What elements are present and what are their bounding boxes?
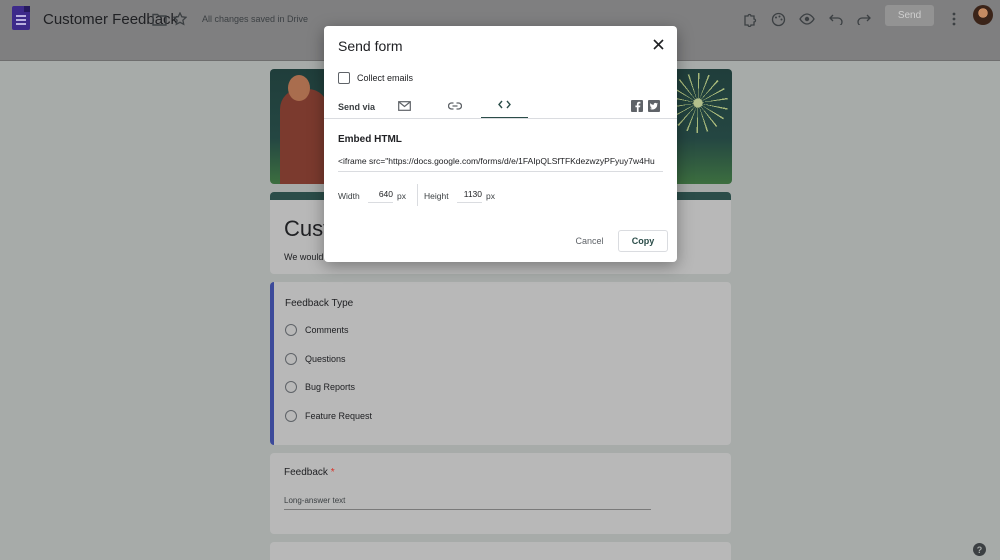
height-input[interactable]: 1130	[457, 189, 482, 203]
close-icon[interactable]	[651, 37, 665, 51]
preview-icon[interactable]	[798, 10, 816, 28]
help-icon[interactable]: ?	[973, 543, 986, 556]
addon-icon[interactable]	[741, 10, 759, 28]
answer-underline	[284, 509, 651, 510]
header-illustration-person	[280, 89, 328, 184]
width-unit: px	[397, 191, 406, 201]
option-label: Comments	[305, 325, 349, 335]
radio-button[interactable]	[285, 410, 297, 422]
form-description[interactable]: We would	[284, 252, 323, 262]
option-label: Bug Reports	[305, 382, 356, 392]
embed-html-heading: Embed HTML	[338, 134, 402, 145]
required-marker: *	[330, 467, 335, 478]
question-card[interactable]: Feedback * Long-answer text	[270, 453, 731, 534]
save-status: All changes saved in Drive	[202, 14, 309, 24]
dialog-title: Send form	[338, 38, 403, 54]
question-title[interactable]: Feedback *	[284, 467, 335, 478]
radio-option[interactable]: Comments	[285, 324, 349, 336]
width-label: Width	[338, 191, 360, 201]
forms-logo[interactable]	[12, 6, 30, 30]
tab-link[interactable]	[431, 92, 478, 119]
link-icon	[447, 101, 462, 110]
logo-line	[16, 23, 26, 25]
collect-emails-checkbox[interactable]	[338, 72, 350, 84]
option-label: Questions	[305, 354, 346, 364]
facebook-icon[interactable]	[631, 100, 643, 112]
embed-code-icon	[498, 100, 511, 109]
star-icon[interactable]	[171, 10, 189, 28]
copy-button[interactable]: Copy	[618, 230, 668, 252]
radio-option[interactable]: Questions	[285, 353, 346, 365]
logo-line	[16, 19, 26, 21]
collect-emails-row[interactable]: Collect emails	[338, 72, 413, 84]
send-form-dialog: Send form Collect emails Send via Embed …	[324, 26, 677, 262]
dimension-separator	[417, 184, 418, 206]
option-label: Feature Request	[305, 411, 373, 421]
send-button[interactable]: Send	[885, 5, 934, 26]
send-via-label: Send via	[338, 102, 376, 112]
question-title-text: Feedback	[284, 467, 328, 478]
header-illustration-firework	[668, 73, 728, 133]
radio-button[interactable]	[285, 324, 297, 336]
radio-option[interactable]: Bug Reports	[285, 381, 355, 393]
long-answer-placeholder: Long-answer text	[284, 496, 346, 505]
collect-emails-label: Collect emails	[357, 73, 414, 83]
radio-option[interactable]: Feature Request	[285, 410, 372, 422]
form-title[interactable]: Cust	[284, 216, 329, 242]
undo-icon[interactable]	[827, 10, 845, 28]
folder-icon[interactable]	[150, 10, 168, 28]
logo-line	[16, 15, 26, 17]
redo-icon[interactable]	[855, 10, 873, 28]
email-icon	[398, 100, 411, 111]
embed-code-field[interactable]: <iframe src="https://docs.google.com/for…	[338, 156, 663, 172]
question-title[interactable]: Feedback Type	[285, 298, 353, 309]
header-illustration-head	[288, 75, 310, 101]
cancel-button[interactable]: Cancel	[567, 230, 612, 252]
question-card[interactable]: Feedback Type Comments Questions Bug Rep…	[270, 282, 731, 445]
palette-icon[interactable]	[769, 10, 787, 28]
width-input[interactable]: 640	[368, 189, 393, 203]
radio-button[interactable]	[285, 381, 297, 393]
height-unit: px	[486, 191, 495, 201]
twitter-icon[interactable]	[648, 100, 660, 112]
height-label: Height	[424, 191, 449, 201]
more-vert-icon[interactable]	[945, 10, 963, 28]
logo-fold	[24, 6, 30, 12]
avatar[interactable]	[973, 5, 993, 25]
tab-divider	[324, 118, 677, 119]
question-card[interactable]	[270, 542, 731, 560]
radio-button[interactable]	[285, 353, 297, 365]
tab-embed[interactable]	[481, 92, 528, 119]
tab-email[interactable]	[381, 92, 428, 119]
